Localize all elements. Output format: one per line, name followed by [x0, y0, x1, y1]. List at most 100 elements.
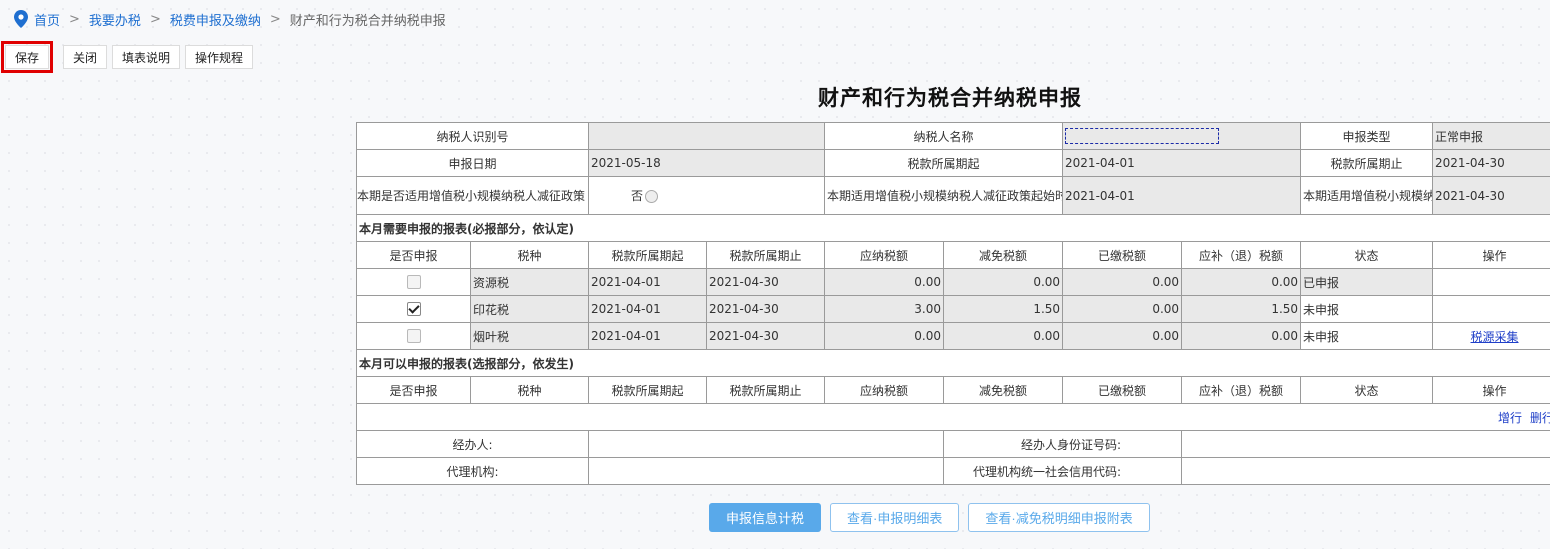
- operation: 税源采集: [1432, 322, 1550, 350]
- declare-checkbox-cell: [356, 322, 471, 350]
- breadcrumb-declare-pay[interactable]: 税费申报及缴纳: [170, 10, 261, 29]
- column-header: 税款所属期止: [706, 376, 826, 404]
- status: 已申报: [1300, 268, 1434, 296]
- column-header: 税种: [469, 241, 590, 269]
- declare-checkbox[interactable]: [406, 302, 421, 317]
- form-header-row: 纳税人识别号 纳税人名称 申报类型 正常申报: [355, 122, 1550, 150]
- agency-code-label: 代理机构统一社会信用代码:: [943, 457, 1183, 485]
- policy-end-label: 本期适用增值税小规模纳税人减征政策终止时间: [1300, 176, 1434, 215]
- procedure-button[interactable]: 操作规程: [185, 45, 254, 69]
- period-end-value: 2021-04-30: [1432, 149, 1550, 177]
- policy-start-value: 2021-04-01: [1062, 176, 1302, 215]
- footer-row: 经办人: 经办人身份证号码:: [355, 430, 1550, 458]
- payable-amount: 0.00: [824, 268, 945, 296]
- breadcrumb-separator: >: [269, 11, 281, 27]
- status: 未申报: [1300, 295, 1434, 323]
- handler-label: 经办人:: [355, 430, 590, 458]
- view-detail-button[interactable]: 查看·申报明细表: [830, 503, 960, 532]
- column-header: 减免税额: [943, 241, 1064, 269]
- relief-amount: 0.00: [943, 322, 1064, 350]
- paid-amount: 0.00: [1062, 295, 1183, 323]
- view-relief-button[interactable]: 查看·减免税明细申报附表: [968, 503, 1150, 532]
- bottom-actions: 申报信息计税 查看·申报明细表 查看·减免税明细申报附表: [709, 503, 1159, 532]
- declaration-form: 纳税人识别号 纳税人名称 申报类型 正常申报 申报日期 2021-05-18 税…: [355, 122, 1550, 485]
- taxpayer-name-input[interactable]: [1065, 128, 1220, 144]
- refund-amount: 0.00: [1181, 322, 1302, 350]
- column-header: 应补（退）税额: [1181, 241, 1302, 269]
- column-header: 操作: [1432, 376, 1550, 404]
- status: 未申报: [1300, 322, 1434, 350]
- breadcrumb-separator: >: [149, 11, 161, 27]
- table-row: 资源税 2021-04-01 2021-04-30 0.00 0.00 0.00…: [356, 268, 1550, 296]
- policy-no-radio[interactable]: [645, 190, 659, 203]
- table-row: 印花税 2021-04-01 2021-04-30 3.00 1.50 0.00…: [356, 295, 1550, 323]
- refund-amount: 1.50: [1181, 295, 1302, 323]
- period-end-label: 税款所属期止: [1300, 149, 1434, 177]
- fill-help-button[interactable]: 填表说明: [112, 45, 181, 69]
- handler-id-input[interactable]: [1181, 430, 1550, 458]
- handler-input[interactable]: [588, 430, 945, 458]
- location-pin-icon: [14, 10, 28, 28]
- close-button[interactable]: 关闭: [63, 45, 108, 69]
- column-header: 税款所属期止: [706, 241, 826, 269]
- period-start: 2021-04-01: [588, 268, 708, 296]
- tax-type: 印花税: [469, 295, 590, 323]
- tax-source-collect-link[interactable]: 税源采集: [1471, 330, 1519, 344]
- save-button[interactable]: 保存: [0, 41, 54, 73]
- column-header: 是否申报: [356, 376, 471, 404]
- form-header-row: 本期是否适用增值税小规模纳税人减征政策是 否 本期适用增值税小规模纳税人减征政策…: [355, 176, 1550, 215]
- payable-amount: 3.00: [824, 295, 945, 323]
- breadcrumb-current: 财产和行为税合并纳税申报: [289, 13, 446, 29]
- period-start-value: 2021-04-01: [1062, 149, 1302, 177]
- declare-checkbox-cell: [356, 268, 471, 296]
- policy-no-label: 否: [631, 189, 644, 203]
- agency-code-input[interactable]: [1181, 457, 1550, 485]
- period-start-label: 税款所属期起: [824, 149, 1064, 177]
- breadcrumb-home[interactable]: 首页: [34, 10, 60, 29]
- operation: [1432, 268, 1550, 296]
- column-header: 应纳税额: [824, 376, 945, 404]
- column-header: 是否申报: [356, 241, 471, 269]
- period-end: 2021-04-30: [706, 295, 826, 323]
- paid-amount: 0.00: [1062, 268, 1183, 296]
- period-end: 2021-04-30: [706, 322, 826, 350]
- column-header: 税款所属期起: [588, 241, 708, 269]
- relief-amount: 0.00: [943, 268, 1064, 296]
- declare-date-label: 申报日期: [355, 149, 590, 177]
- calculate-tax-button[interactable]: 申报信息计税: [709, 503, 822, 532]
- agency-input[interactable]: [588, 457, 945, 485]
- table-row: 烟叶税 2021-04-01 2021-04-30 0.00 0.00 0.00…: [356, 322, 1550, 350]
- policy-start-label: 本期适用增值税小规模纳税人减征政策起始时间: [824, 176, 1064, 215]
- column-header: 状态: [1300, 241, 1434, 269]
- taxpayer-name-label: 纳税人名称: [824, 122, 1064, 150]
- operation: [1432, 295, 1550, 323]
- required-section-header: 本月需要申报的报表(必报部分，依认定): [355, 214, 1550, 242]
- breadcrumb-separator: >: [69, 11, 80, 27]
- declare-checkbox[interactable]: [406, 329, 421, 344]
- handler-id-label: 经办人身份证号码:: [943, 430, 1183, 458]
- footer-row: 代理机构: 代理机构统一社会信用代码:: [355, 457, 1550, 485]
- policy-no-cell: 否: [588, 176, 826, 215]
- page-title: 财产和行为税合并纳税申报: [818, 86, 1082, 110]
- column-header: 操作: [1432, 241, 1550, 269]
- agency-label: 代理机构:: [355, 457, 590, 485]
- declare-checkbox[interactable]: [406, 275, 421, 290]
- column-header: 应补（退）税额: [1181, 376, 1302, 404]
- taxpayer-name-field[interactable]: [1062, 122, 1302, 150]
- declare-checkbox-cell: [356, 295, 471, 323]
- breadcrumb-tax-service[interactable]: 我要办税: [89, 10, 141, 29]
- period-end: 2021-04-30: [706, 268, 826, 296]
- taxpayer-id-value: [588, 122, 826, 150]
- add-row-button[interactable]: 增行: [1498, 411, 1522, 425]
- required-column-header: 是否申报 税种 税款所属期起 税款所属期止 应纳税额 减免税额 已缴税额 应补（…: [356, 241, 1550, 269]
- column-header: 税款所属期起: [588, 376, 708, 404]
- column-header: 税种: [469, 376, 590, 404]
- column-header: 状态: [1300, 376, 1434, 404]
- tax-type: 资源税: [469, 268, 590, 296]
- declare-type-value: 正常申报: [1432, 122, 1550, 150]
- breadcrumb: 首页 > 我要办税 > 税费申报及缴纳 > 财产和行为税合并纳税申报: [14, 9, 446, 29]
- delete-row-button[interactable]: 删行: [1530, 411, 1550, 425]
- row-operations-cell: 增行删行: [355, 403, 1550, 431]
- required-section-title: 本月需要申报的报表(必报部分，依认定): [355, 214, 1550, 242]
- column-header: 已缴税额: [1062, 241, 1183, 269]
